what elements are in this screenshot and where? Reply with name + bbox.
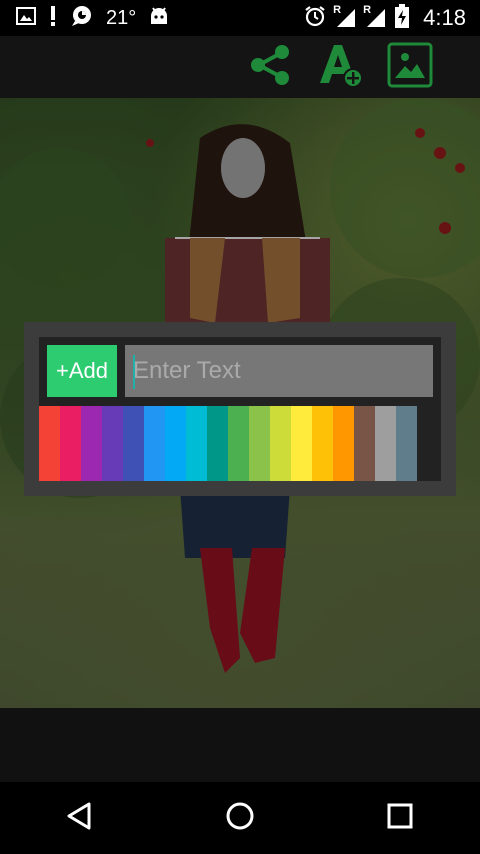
back-button[interactable] xyxy=(56,794,104,842)
toolbar xyxy=(0,36,480,98)
navigation-bar xyxy=(0,782,480,854)
recents-icon xyxy=(386,802,414,835)
color-swatch[interactable] xyxy=(102,406,123,481)
dialog-content: +Add xyxy=(39,337,441,481)
gallery-button[interactable] xyxy=(386,42,434,93)
color-swatch[interactable] xyxy=(165,406,186,481)
text-input[interactable] xyxy=(125,345,433,397)
recents-button[interactable] xyxy=(376,794,424,842)
color-swatch[interactable] xyxy=(144,406,165,481)
alarm-icon xyxy=(303,4,327,33)
back-icon xyxy=(65,801,95,836)
color-palette xyxy=(39,406,417,481)
home-button[interactable] xyxy=(216,794,264,842)
color-swatch[interactable] xyxy=(375,406,396,481)
share-icon xyxy=(247,42,293,93)
signal-icon: R xyxy=(363,4,387,28)
battery-icon xyxy=(395,3,410,33)
home-icon xyxy=(225,801,255,836)
color-swatch[interactable] xyxy=(354,406,375,481)
color-swatch[interactable] xyxy=(39,406,60,481)
chat-icon xyxy=(70,5,94,32)
color-swatch[interactable] xyxy=(291,406,312,481)
android-icon xyxy=(148,5,170,32)
color-swatch[interactable] xyxy=(270,406,291,481)
temperature-text: 21° xyxy=(106,6,137,29)
status-bar: 21° R R 4:18 xyxy=(0,0,480,36)
clock-text: 4:18 xyxy=(423,5,466,30)
bottom-panel xyxy=(0,708,480,782)
add-text-button[interactable] xyxy=(316,43,364,91)
image-icon xyxy=(387,42,433,93)
alert-icon xyxy=(48,5,58,32)
color-swatch[interactable] xyxy=(333,406,354,481)
add-text-dialog: +Add xyxy=(24,322,456,496)
add-button[interactable]: +Add xyxy=(47,345,117,397)
share-button[interactable] xyxy=(246,43,294,91)
color-swatch[interactable] xyxy=(60,406,81,481)
image-icon xyxy=(16,6,36,31)
color-swatch[interactable] xyxy=(228,406,249,481)
color-swatch[interactable] xyxy=(312,406,333,481)
color-swatch[interactable] xyxy=(186,406,207,481)
color-swatch[interactable] xyxy=(207,406,228,481)
color-swatch[interactable] xyxy=(396,406,417,481)
text-cursor xyxy=(133,355,135,389)
color-swatch[interactable] xyxy=(123,406,144,481)
color-swatch[interactable] xyxy=(249,406,270,481)
color-swatch[interactable] xyxy=(81,406,102,481)
signal-icon: R xyxy=(333,4,357,28)
add-text-icon xyxy=(316,41,364,94)
